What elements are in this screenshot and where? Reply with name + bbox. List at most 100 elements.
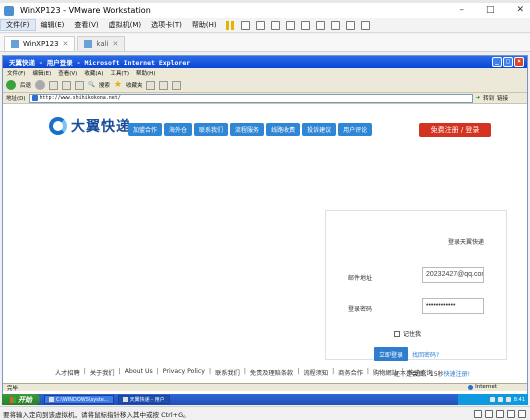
email-field[interactable]: 20232427@qq.com [422,267,484,283]
history-icon[interactable] [146,80,156,90]
logo-text: 大翼快递 [71,119,131,135]
menu-edit[interactable]: 编辑(E) [36,20,70,30]
remember-me[interactable]: 记住我 [394,329,421,338]
tab-kali[interactable]: kali ✕ [77,36,126,51]
window-controls: – □ ✕ [459,5,524,15]
search-label[interactable]: 搜索 [99,81,110,89]
menu-vm[interactable]: 虚拟机(M) [104,20,147,30]
terminal-icon[interactable] [345,20,355,30]
thumbnail-view-icon[interactable] [315,20,325,30]
forgot-password-link[interactable]: 找回密码? [412,350,439,359]
ie-menu-favorites[interactable]: 收藏(A) [84,69,103,77]
footer-link-tracking[interactable]: 快递查询 [408,368,433,377]
menu-file[interactable]: 文件(F) [0,19,36,31]
site-logo[interactable]: 大翼快递 [49,116,131,136]
ie-close-button[interactable]: × [514,57,524,67]
full-screen-icon[interactable] [360,20,370,30]
stop-icon[interactable] [49,80,59,90]
snapshot-icon[interactable] [255,20,265,30]
nav-overseas[interactable]: 海外仓 [164,123,193,136]
back-icon[interactable] [6,80,16,90]
vm-icon [84,40,93,48]
message-icon[interactable] [518,410,526,418]
task-label: C:\WINDOWS\syste... [56,396,109,403]
ie-minimize-button[interactable]: _ [492,57,502,67]
menu-view[interactable]: 查看(V) [69,20,103,30]
tray-icon[interactable] [505,397,511,402]
favorites-label[interactable]: 收藏夹 [126,81,143,89]
ie-address-bar: 地址(D) http://www.shihikokona.net/ ➜ 转到 链… [3,93,527,104]
ie-menu-tools[interactable]: 工具(T) [110,69,129,77]
go-arrow-icon[interactable]: ➜ [476,95,481,101]
taskbar-item-cmd[interactable]: C:\WINDOWS\syste... [44,395,114,404]
address-input[interactable]: http://www.shihikokona.net/ [28,93,473,103]
nav-join[interactable]: 加盟合作 [128,123,163,136]
quick-register-link[interactable]: 快速注册! [444,371,470,378]
security-zone: Internet [468,384,497,390]
footer-link-privacy[interactable]: Privacy Policy [163,368,205,377]
nav-complaints[interactable]: 投诉建议 [302,123,337,136]
start-button[interactable]: 开始 [2,394,40,405]
register-login-button[interactable]: 免费注册 / 登录 [419,123,491,137]
zone-label: Internet [475,384,497,390]
footer-link-shopping[interactable]: 购物網站 [373,368,398,377]
menu-help[interactable]: 帮助(H) [187,20,222,30]
nav-reviews[interactable]: 用户评论 [338,123,373,136]
show-library-icon[interactable] [300,20,310,30]
nav-pricing[interactable]: 线路收费 [266,123,301,136]
snapshot-manager-icon[interactable] [285,20,295,30]
back-label[interactable]: 后退 [20,81,31,89]
ie-menu-view[interactable]: 查看(V) [58,69,77,77]
ie-menu-help[interactable]: 帮助(H) [136,69,155,77]
tab-close-icon[interactable]: ✕ [63,40,69,48]
footer-link-careers[interactable]: 人才招聘 [55,368,80,377]
ie-titlebar: 天翼快递 - 用户登录 - Microsoft Internet Explore… [3,56,527,68]
pause-icon[interactable] [225,20,234,30]
menu-tabs[interactable]: 选项卡(T) [146,20,187,30]
links-button[interactable]: 链接 [497,94,508,102]
maximize-button[interactable]: □ [486,5,495,15]
password-field[interactable]: •••••••••••• [422,298,484,314]
address-label: 地址(D) [6,96,26,102]
vmware-menubar: 文件(F) 编辑(E) 查看(V) 虚拟机(M) 选项卡(T) 帮助(H) [0,18,530,33]
tab-close-icon[interactable]: ✕ [113,40,119,48]
footer-link-about-en[interactable]: About Us [125,368,153,377]
nav-contact[interactable]: 联系我们 [194,123,229,136]
print-icon[interactable] [172,80,182,90]
mail-icon[interactable] [159,80,169,90]
home-icon[interactable] [75,80,85,90]
usb-icon[interactable] [507,410,515,418]
ie-menu-file[interactable]: 文件(F) [7,69,25,77]
refresh-icon[interactable] [62,80,72,90]
network-icon[interactable] [496,410,504,418]
taskbar-item-ie[interactable]: 天翼快递 - 用户 [117,395,170,404]
revert-snapshot-icon[interactable] [270,20,280,30]
close-button[interactable]: ✕ [516,5,524,15]
ie-menu-edit[interactable]: 编辑(E) [32,69,51,77]
footer-link-business[interactable]: 商务合作 [338,368,363,377]
hdd-icon[interactable] [474,410,482,418]
console-view-icon[interactable] [330,20,340,30]
tray-icon[interactable] [497,397,503,402]
send-ctrl-alt-del-icon[interactable] [240,20,250,30]
search-icon[interactable]: 🔍 [88,82,95,88]
tab-winxp123[interactable]: WinXP123 ✕ [4,36,76,51]
footer-link-about-cn[interactable]: 关于我们 [90,368,115,377]
ie-maximize-button[interactable]: □ [503,57,513,67]
cdrom-icon[interactable] [485,410,493,418]
favorites-icon[interactable]: ★ [114,80,122,90]
nav-process[interactable]: 流程服务 [230,123,265,136]
guest-screen[interactable]: 天翼快递 - 用户登录 - Microsoft Internet Explore… [2,55,528,395]
login-submit-button[interactable]: 立即登录 [374,347,408,361]
ie-page-icon [31,95,38,101]
footer-link-disclaimer[interactable]: 免责及理赔条款 [250,368,293,377]
forward-icon[interactable] [35,80,46,90]
minimize-button[interactable]: – [459,5,464,15]
remember-checkbox[interactable] [394,330,400,337]
tray-icon[interactable] [489,397,495,402]
go-button[interactable]: 转到 [483,94,494,102]
internet-zone-icon [468,384,474,390]
web-page: 大翼快递 加盟合作 海外仓 联系我们 流程服务 线路收费 投诉建议 用户评论 免… [3,105,527,385]
footer-link-contact[interactable]: 联系我们 [215,368,240,377]
footer-link-process[interactable]: 流程须知 [303,368,328,377]
